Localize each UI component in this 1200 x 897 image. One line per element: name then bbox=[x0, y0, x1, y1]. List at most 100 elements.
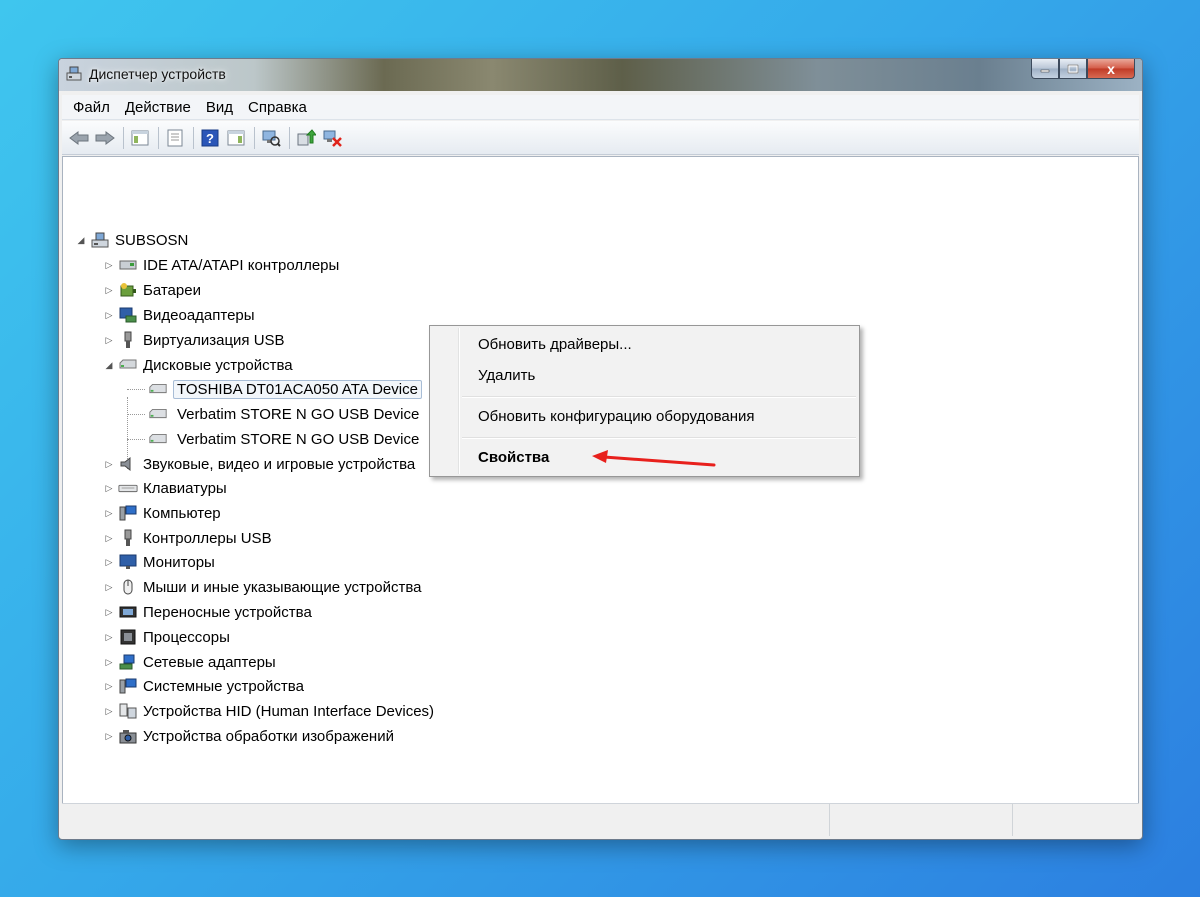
portable-device-icon bbox=[118, 603, 138, 621]
toolbar-separator bbox=[289, 126, 290, 149]
maximize-icon bbox=[1067, 64, 1079, 73]
tree-category[interactable]: ▷ Мыши и иные указывающие устройства bbox=[103, 576, 422, 598]
menu-help[interactable]: Справка bbox=[243, 99, 317, 116]
tree-category-label: Системные устройства bbox=[143, 677, 304, 695]
display-adapter-icon bbox=[118, 306, 138, 324]
properties-icon bbox=[167, 129, 183, 146]
close-button[interactable]: x bbox=[1087, 59, 1135, 79]
tree-category[interactable]: ▷ Видеоадаптеры bbox=[103, 304, 255, 326]
expand-arrow-icon[interactable]: ▷ bbox=[103, 706, 115, 717]
tree-category[interactable]: ▷ IDE ATA/ATAPI контроллеры bbox=[103, 254, 340, 276]
status-divider bbox=[1012, 804, 1013, 836]
device-manager-icon bbox=[65, 66, 83, 82]
menu-action[interactable]: Действие bbox=[120, 99, 201, 116]
collapse-arrow-icon[interactable]: ◢ bbox=[103, 360, 115, 371]
uninstall-menu-item[interactable]: Удалить bbox=[478, 367, 535, 384]
speaker-icon bbox=[118, 455, 138, 473]
tree-category-label: Компьютер bbox=[143, 504, 221, 522]
maximize-button[interactable] bbox=[1059, 59, 1087, 79]
tree-category[interactable]: ▷ Переносные устройства bbox=[103, 601, 312, 623]
tree-category-label: Устройства обработки изображений bbox=[143, 727, 394, 745]
tree-connector bbox=[127, 414, 145, 415]
expand-arrow-icon[interactable]: ▷ bbox=[103, 335, 115, 346]
back-button[interactable] bbox=[67, 126, 91, 150]
toolbar-separator bbox=[254, 126, 255, 149]
tree-category[interactable]: ▷ Батареи bbox=[103, 279, 201, 301]
expand-arrow-icon[interactable]: ▷ bbox=[103, 731, 115, 742]
scan-hardware-button[interactable] bbox=[259, 126, 283, 150]
tree-category[interactable]: ▷ Клавиатуры bbox=[103, 477, 227, 499]
tree-category[interactable]: ▷ Сетевые адаптеры bbox=[103, 651, 276, 673]
processor-icon bbox=[118, 628, 138, 646]
tree-root[interactable]: ◢ SUBSOSN bbox=[75, 229, 189, 251]
system-device-icon bbox=[118, 677, 138, 695]
expand-arrow-icon[interactable]: ▷ bbox=[103, 508, 115, 519]
tree-category-label: Устройства HID (Human Interface Devices) bbox=[143, 702, 435, 720]
scan-hardware-icon bbox=[262, 130, 281, 147]
menu-view[interactable]: Вид bbox=[201, 99, 243, 116]
minimize-button[interactable] bbox=[1031, 59, 1059, 79]
update-driver-icon bbox=[297, 128, 316, 145]
menu-file[interactable]: Файл bbox=[68, 99, 120, 116]
expand-arrow-icon[interactable]: ▷ bbox=[103, 260, 115, 271]
device-tree-pane[interactable]: ◢ SUBSOSN ▷ IDE ATA/ATAPI контроллеры ▷ … bbox=[62, 156, 1139, 804]
tree-category[interactable]: ▷ Компьютер bbox=[103, 502, 221, 524]
tree-category[interactable]: ▷ Звуковые, видео и игровые устройства bbox=[103, 453, 416, 475]
tree-category[interactable]: ▷ Виртуализация USB bbox=[103, 329, 285, 351]
title-bar[interactable]: Диспетчер устройств x bbox=[59, 59, 1142, 91]
tree-category[interactable]: ◢ Дисковые устройства bbox=[103, 354, 293, 376]
monitor-icon bbox=[118, 553, 138, 571]
disk-device-item[interactable]: TOSHIBA DT01ACA050 ATA Device bbox=[145, 378, 422, 400]
help-button[interactable]: ? bbox=[198, 126, 222, 150]
close-icon: x bbox=[1107, 60, 1115, 77]
tree-category[interactable]: ▷ Системные устройства bbox=[103, 675, 304, 697]
scan-hardware-changes-menu-item[interactable]: Обновить конфигурацию оборудования bbox=[478, 408, 755, 425]
expand-arrow-icon[interactable]: ▷ bbox=[103, 607, 115, 618]
window-title: Диспетчер устройств bbox=[89, 66, 226, 82]
tree-category[interactable]: ▷ Процессоры bbox=[103, 626, 230, 648]
expand-arrow-icon[interactable]: ▷ bbox=[103, 310, 115, 321]
update-drivers-menu-item[interactable]: Обновить драйверы... bbox=[478, 336, 632, 353]
keyboard-icon bbox=[118, 479, 138, 497]
action-pane-button[interactable] bbox=[224, 126, 248, 150]
properties-menu-item[interactable]: Свойства bbox=[478, 449, 549, 466]
disk-device-item[interactable]: Verbatim STORE N GO USB Device bbox=[145, 428, 419, 450]
toolbar-separator bbox=[193, 126, 194, 149]
expand-arrow-icon[interactable]: ▷ bbox=[103, 582, 115, 593]
uninstall-button[interactable] bbox=[320, 126, 344, 150]
expand-arrow-icon[interactable]: ▷ bbox=[103, 285, 115, 296]
tree-category-label: IDE ATA/ATAPI контроллеры bbox=[143, 256, 340, 274]
forward-button[interactable] bbox=[93, 126, 117, 150]
tree-category[interactable]: ▷ Контроллеры USB bbox=[103, 527, 272, 549]
tree-category[interactable]: ▷ Устройства HID (Human Interface Device… bbox=[103, 700, 435, 722]
disk-device-label: TOSHIBA DT01ACA050 ATA Device bbox=[173, 379, 422, 399]
svg-text:?: ? bbox=[206, 131, 214, 146]
tree-category-label: Мониторы bbox=[143, 553, 215, 571]
expand-arrow-icon[interactable]: ▷ bbox=[103, 557, 115, 568]
menu-bar: Файл Действие Вид Справка bbox=[62, 95, 1139, 120]
expand-arrow-icon[interactable]: ▷ bbox=[103, 632, 115, 643]
status-divider bbox=[829, 804, 830, 836]
expand-arrow-icon[interactable]: ▷ bbox=[103, 459, 115, 470]
show-hide-console-tree-button[interactable] bbox=[128, 126, 152, 150]
tree-category[interactable]: ▷ Мониторы bbox=[103, 551, 215, 573]
expand-arrow-icon[interactable]: ▷ bbox=[103, 483, 115, 494]
tree-category[interactable]: ▷ Устройства обработки изображений bbox=[103, 725, 394, 747]
update-driver-button[interactable] bbox=[294, 126, 318, 150]
collapse-arrow-icon[interactable]: ◢ bbox=[75, 235, 87, 246]
hid-icon bbox=[118, 702, 138, 720]
imaging-device-icon bbox=[118, 727, 138, 745]
toolbar: ? bbox=[62, 121, 1139, 155]
toolbar-separator bbox=[158, 126, 159, 149]
expand-arrow-icon[interactable]: ▷ bbox=[103, 533, 115, 544]
properties-button[interactable] bbox=[163, 126, 187, 150]
show-hide-console-tree-icon bbox=[131, 130, 149, 145]
tree-category-label: Процессоры bbox=[143, 628, 230, 646]
computer-icon bbox=[118, 504, 138, 522]
expand-arrow-icon[interactable]: ▷ bbox=[103, 681, 115, 692]
status-bar bbox=[62, 803, 1139, 836]
disk-device-item[interactable]: Verbatim STORE N GO USB Device bbox=[145, 403, 419, 425]
network-adapter-icon bbox=[118, 653, 138, 671]
expand-arrow-icon[interactable]: ▷ bbox=[103, 657, 115, 668]
tree-category-label: Переносные устройства bbox=[143, 603, 312, 621]
